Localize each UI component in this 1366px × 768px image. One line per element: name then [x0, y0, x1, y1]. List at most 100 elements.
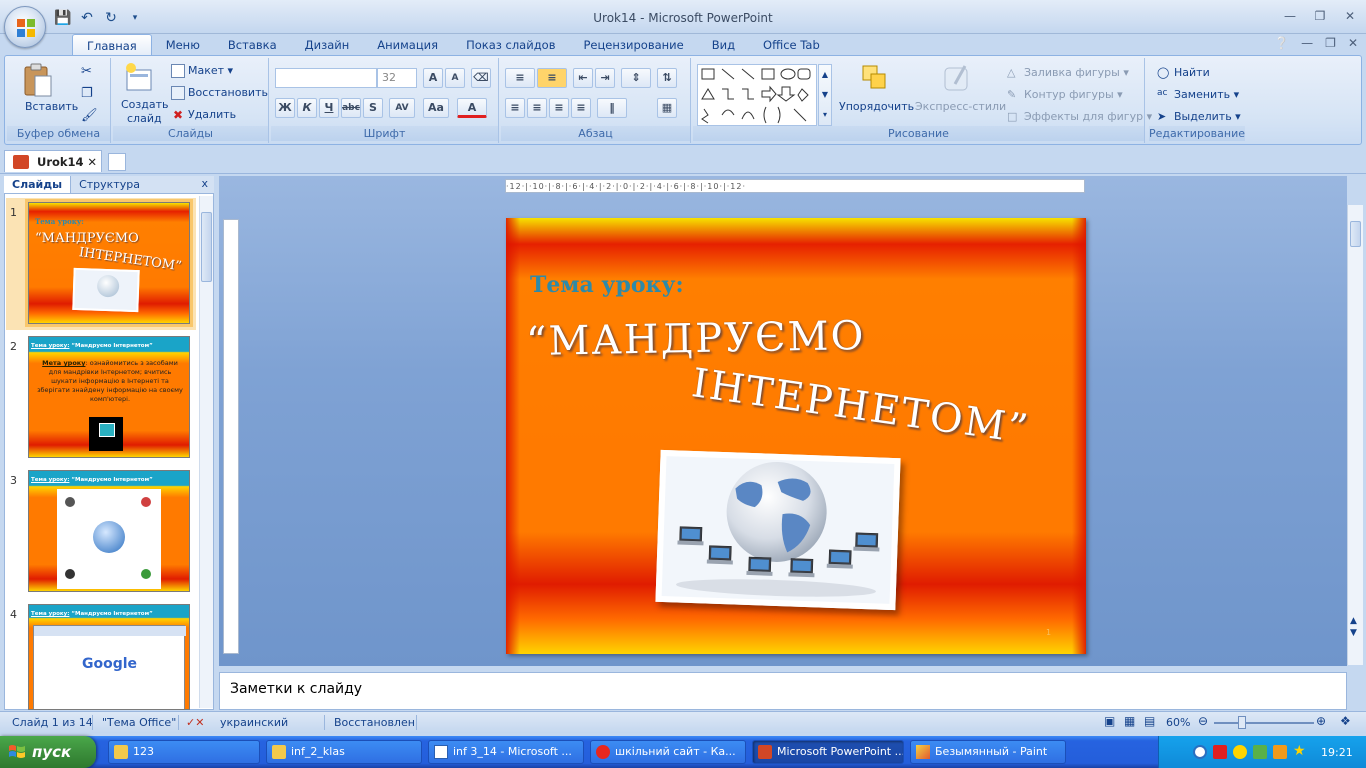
new-slide-icon[interactable] — [123, 62, 155, 94]
task-folder-inf2[interactable]: inf_2_klas — [266, 740, 422, 764]
char-spacing-button[interactable]: AV — [389, 98, 415, 118]
fit-to-window-icon[interactable]: ❖ — [1340, 714, 1351, 728]
spellcheck-icon[interactable]: ✓✕ — [186, 716, 204, 729]
doc-close-button[interactable]: ✕ — [1348, 36, 1358, 50]
document-tab-close-icon[interactable]: ✕ — [87, 151, 97, 173]
slide-thumbnail-4[interactable]: Тема уроку: “Мандруємо Інтернетом” Googl… — [28, 604, 190, 710]
tab-animation[interactable]: Анимация — [363, 34, 452, 56]
tray-icon-network[interactable] — [1193, 745, 1207, 759]
slide-notes[interactable]: Заметки к слайду — [219, 672, 1347, 710]
quick-styles-button[interactable]: Экспресс-стили — [915, 100, 1006, 113]
cut-icon[interactable]: ✂ — [81, 64, 92, 79]
align-center-button[interactable]: ≡ — [527, 98, 547, 118]
line-spacing-button[interactable]: ⇕ — [621, 68, 651, 88]
columns-button[interactable]: ‖ — [597, 98, 627, 118]
align-left-button[interactable]: ≡ — [505, 98, 525, 118]
numbering-button[interactable]: ≡ — [537, 68, 567, 88]
slide-thumbnail-1[interactable]: Тема уроку: “МАНДРУЄМО ІНТЕРНЕТОМ” — [28, 202, 190, 324]
strikethrough-button[interactable]: abc — [341, 98, 361, 118]
tray-icon-star[interactable]: ★ — [1293, 743, 1306, 759]
task-paint[interactable]: Безымянный - Paint — [910, 740, 1066, 764]
slides-panel-scrollbar[interactable] — [199, 196, 213, 708]
italic-button[interactable]: К — [297, 98, 317, 118]
zoom-slider[interactable] — [1214, 722, 1314, 724]
underline-button[interactable]: Ч — [319, 98, 339, 118]
tab-insert[interactable]: Вставка — [214, 34, 291, 56]
replace-button[interactable]: ac Заменить ▾ — [1157, 88, 1239, 102]
slide-title-line-1[interactable]: “МАНДРУЄМО — [526, 313, 866, 365]
shape-fill-button[interactable]: △ Заливка фигуры ▾ — [1007, 66, 1129, 80]
zoom-out-icon[interactable]: ⊖ — [1198, 714, 1208, 728]
new-document-tab-icon[interactable] — [108, 153, 126, 171]
clock[interactable]: 19:21 — [1321, 746, 1353, 759]
current-slide[interactable]: Тема уроку: “МАНДРУЄМО ІНТЕРНЕТОМ” 1 — [506, 218, 1086, 654]
slide-sorter-icon[interactable]: ▦ — [1124, 714, 1135, 728]
new-slide-label-1[interactable]: Создать — [121, 98, 169, 111]
prev-next-slide-icon[interactable]: ▲ ▼ — [1350, 615, 1357, 639]
tab-view[interactable]: Вид — [698, 34, 749, 56]
bullets-button[interactable]: ≡ — [505, 68, 535, 88]
scroll-thumb[interactable] — [201, 212, 212, 282]
new-slide-label-2[interactable]: слайд — [127, 112, 162, 125]
select-button[interactable]: ➤ Выделить ▾ — [1157, 110, 1241, 124]
tray-icon-check[interactable] — [1253, 745, 1267, 759]
grow-font-button[interactable]: A — [423, 68, 443, 88]
shrink-font-button[interactable]: A — [445, 68, 465, 88]
slide-thumbnail-2[interactable]: Тема уроку: “Мандруємо Інтернетом” Мета … — [28, 336, 190, 458]
tab-slides[interactable]: Слайды — [4, 176, 72, 193]
tab-menu[interactable]: Меню — [152, 34, 214, 56]
find-button[interactable]: ◯ Найти — [1157, 66, 1210, 80]
tray-icon-update[interactable] — [1273, 745, 1287, 759]
scroll-thumb[interactable] — [1350, 221, 1361, 247]
tab-review[interactable]: Рецензирование — [569, 34, 697, 56]
restore-button[interactable]: ❐ — [1310, 8, 1330, 24]
layout-button[interactable]: Макет ▾ — [171, 64, 233, 78]
start-button[interactable]: пуск — [0, 736, 96, 768]
doc-minimize-button[interactable]: — — [1301, 36, 1313, 50]
shapes-gallery[interactable] — [697, 64, 817, 126]
minimize-button[interactable]: — — [1280, 8, 1300, 24]
zoom-level[interactable]: 60% — [1166, 716, 1190, 729]
help-icon[interactable]: ❔ — [1274, 36, 1289, 50]
increase-indent-button[interactable]: ⇥ — [595, 68, 615, 88]
reset-button[interactable]: Восстановить — [171, 86, 268, 100]
shape-outline-button[interactable]: ✎ Контур фигуры ▾ — [1007, 88, 1123, 102]
task-powerpoint[interactable]: Microsoft PowerPoint ... — [752, 740, 904, 764]
format-painter-icon[interactable]: 🖌 — [81, 108, 98, 123]
slideshow-view-icon[interactable]: ▤ — [1144, 714, 1155, 728]
status-language[interactable]: украинский — [220, 716, 288, 729]
slide-topic-label[interactable]: Тема уроку: — [530, 272, 684, 298]
copy-icon[interactable]: ❐ — [81, 86, 93, 101]
change-case-button[interactable]: Aa — [423, 98, 449, 118]
slide-title-line-2[interactable]: ІНТЕРНЕТОМ” — [689, 360, 1033, 453]
panel-close-icon[interactable]: x — [201, 177, 208, 190]
text-direction-button[interactable]: ⇅ — [657, 68, 677, 88]
slide-thumbnail-3[interactable]: Тема уроку: “Мандруємо Інтернетом” — [28, 470, 190, 592]
tab-office-tab[interactable]: Office Tab — [749, 34, 834, 56]
tab-home[interactable]: Главная — [72, 34, 152, 56]
smartart-button[interactable]: ▦ — [657, 98, 677, 118]
paste-button[interactable]: Вставить — [25, 100, 78, 113]
zoom-in-icon[interactable]: ⊕ — [1316, 714, 1326, 728]
shadow-button[interactable]: S — [363, 98, 383, 118]
shapes-gallery-scroll[interactable]: ▲ ▼ ▾ — [818, 64, 832, 126]
office-button[interactable] — [4, 6, 46, 48]
tray-icon-skype[interactable] — [1233, 745, 1247, 759]
normal-view-icon[interactable]: ▣ — [1104, 714, 1115, 728]
arrange-icon[interactable] — [859, 62, 891, 96]
close-button[interactable]: ✕ — [1340, 8, 1360, 24]
align-right-button[interactable]: ≡ — [549, 98, 569, 118]
tab-slideshow[interactable]: Показ слайдов — [452, 34, 569, 56]
tab-design[interactable]: Дизайн — [291, 34, 364, 56]
paste-icon[interactable] — [21, 62, 55, 98]
delete-slide-button[interactable]: ✖ Удалить — [171, 108, 236, 122]
quick-styles-icon[interactable] — [941, 62, 973, 96]
slide-vertical-scrollbar[interactable]: ▲ ▼ — [1347, 205, 1363, 665]
tray-icon-antivirus[interactable] — [1213, 745, 1227, 759]
doc-restore-button[interactable]: ❐ — [1325, 36, 1336, 50]
task-folder-123[interactable]: 123 — [108, 740, 260, 764]
task-browser[interactable]: шкільний сайт - Ка... — [590, 740, 746, 764]
decrease-indent-button[interactable]: ⇤ — [573, 68, 593, 88]
document-tab[interactable]: Urok14 ✕ — [4, 150, 102, 172]
font-size-field[interactable]: 32 — [377, 68, 417, 88]
